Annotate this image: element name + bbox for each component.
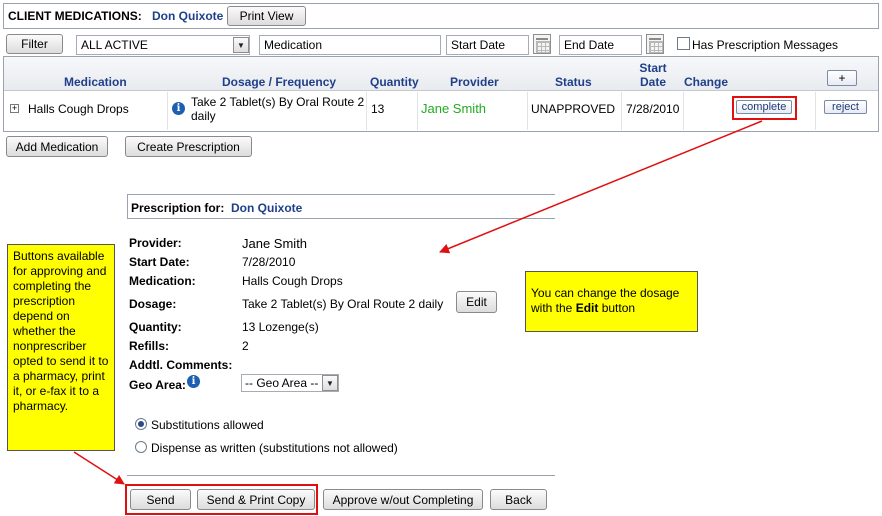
arrow-to-prescription: [439, 120, 763, 254]
annotation-arrows: [73, 120, 763, 485]
arrow-to-send-buttons: [73, 451, 125, 485]
